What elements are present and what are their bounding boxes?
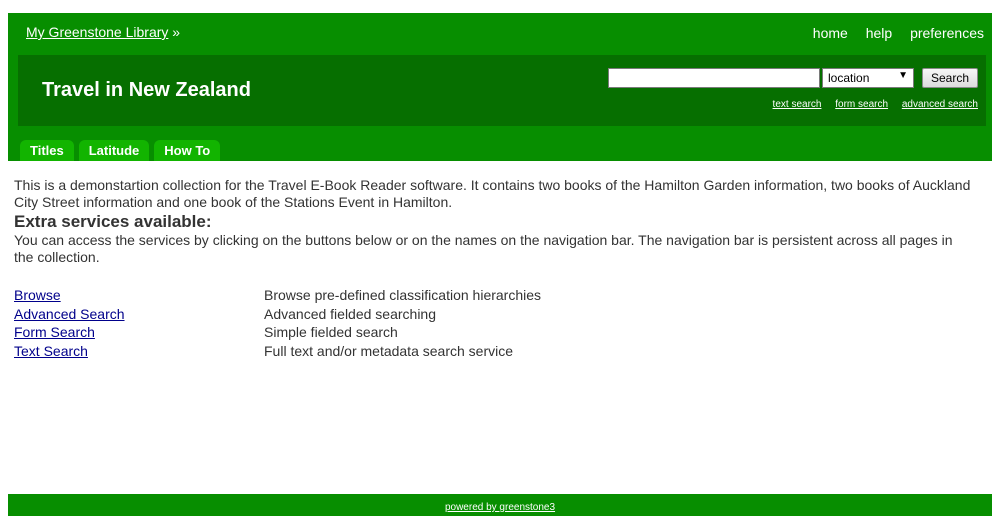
header-bar: My Greenstone Library » home help prefer… — [8, 13, 992, 161]
services-list: Browse Browse pre-defined classification… — [14, 286, 974, 360]
search-field-value: location — [828, 71, 870, 85]
search-field-select[interactable]: location ▼ — [822, 68, 914, 88]
service-description: Browse pre-defined classification hierar… — [264, 287, 542, 303]
service-row-advanced-search: Advanced Search Advanced fielded searchi… — [14, 305, 974, 324]
browse-link[interactable]: Browse — [14, 286, 264, 305]
text-search-link[interactable]: text search — [773, 99, 822, 110]
top-strip — [8, 0, 992, 13]
search-mode-links: text search form search advanced search — [762, 99, 978, 110]
library-breadcrumb: My Greenstone Library » — [26, 24, 180, 40]
footer-bar: powered by greenstone3 — [8, 494, 992, 516]
tab-how-to[interactable]: How To — [154, 140, 221, 161]
page-frame: My Greenstone Library » home help prefer… — [8, 0, 992, 161]
extra-services-text: You can access the services by clicking … — [14, 232, 953, 265]
tab-latitude[interactable]: Latitude — [78, 140, 150, 161]
breadcrumb-arrow: » — [172, 24, 181, 40]
advanced-search-service-link[interactable]: Advanced Search — [14, 305, 264, 324]
collection-banner: Travel in New Zealand location ▼ Search … — [18, 55, 986, 126]
search-button[interactable]: Search — [922, 68, 978, 88]
extra-services-heading: Extra services available: — [14, 212, 212, 231]
service-row-form-search: Form Search Simple fielded search — [14, 323, 974, 342]
service-row-browse: Browse Browse pre-defined classification… — [14, 286, 974, 305]
browse-tabs: Titles Latitude How To — [20, 140, 225, 161]
home-link[interactable]: home — [813, 25, 848, 41]
preferences-link[interactable]: preferences — [910, 25, 984, 41]
powered-by-link[interactable]: powered by greenstone3 — [445, 502, 555, 513]
form-search-link[interactable]: form search — [835, 99, 888, 110]
dropdown-arrow-icon: ▼ — [898, 70, 908, 81]
top-nav: home help preferences — [799, 25, 984, 41]
advanced-search-link[interactable]: advanced search — [902, 99, 978, 110]
tab-titles[interactable]: Titles — [20, 140, 74, 161]
collection-title: Travel in New Zealand — [42, 79, 251, 101]
form-search-service-link[interactable]: Form Search — [14, 323, 264, 342]
service-description: Advanced fielded searching — [264, 305, 437, 322]
service-row-text-search: Text Search Full text and/or metadata se… — [14, 342, 974, 361]
help-link[interactable]: help — [866, 25, 892, 41]
main-content: This is a demonstartion collection for t… — [14, 177, 974, 360]
search-input[interactable] — [608, 68, 820, 88]
text-search-service-link[interactable]: Text Search — [14, 342, 264, 361]
quick-search: location ▼ Search text search form searc… — [608, 68, 978, 122]
collection-description: This is a demonstartion collection for t… — [14, 177, 971, 210]
service-description: Simple fielded search — [264, 324, 398, 340]
my-library-link[interactable]: My Greenstone Library — [26, 24, 168, 40]
service-description: Full text and/or metadata search service — [264, 342, 514, 359]
